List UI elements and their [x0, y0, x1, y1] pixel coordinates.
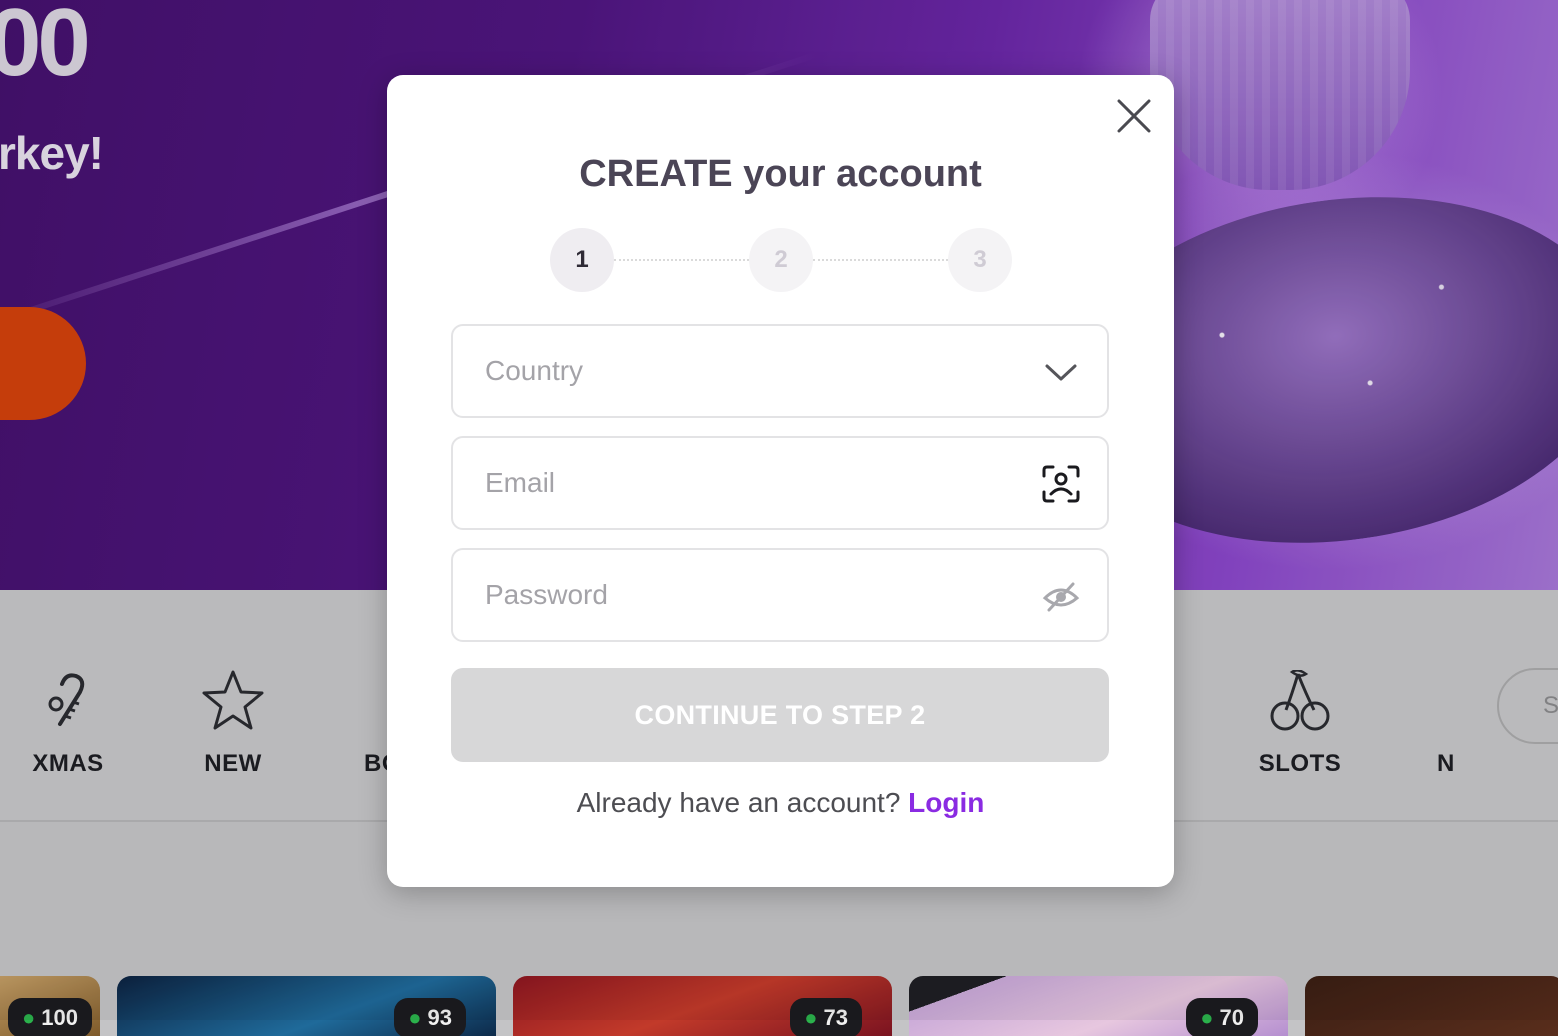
step-2: 2 [749, 228, 813, 292]
chevron-down-icon [1045, 364, 1077, 381]
country-select[interactable]: Country [451, 324, 1109, 418]
password-field[interactable] [451, 548, 1109, 642]
login-link[interactable]: Login [908, 787, 984, 818]
email-field[interactable] [451, 436, 1109, 530]
login-prompt: Already have an account? Login [387, 787, 1174, 819]
close-button[interactable] [1115, 97, 1153, 135]
step-1: 1 [550, 228, 614, 292]
email-input[interactable] [453, 438, 1107, 528]
modal-title: CREATE your account [579, 153, 982, 195]
login-prompt-text: Already have an account? [576, 787, 901, 818]
step-indicator: 1 2 3 [550, 228, 1012, 292]
face-scan-icon [1042, 465, 1080, 503]
password-input[interactable] [453, 550, 1107, 640]
signup-modal: CREATE your account 1 2 3 Country CONTIN… [387, 75, 1174, 887]
country-select-placeholder: Country [485, 355, 584, 386]
step-connector [813, 259, 948, 261]
eye-slash-icon[interactable] [1041, 576, 1081, 616]
close-icon [1117, 99, 1151, 133]
step-3: 3 [948, 228, 1012, 292]
continue-button[interactable]: CONTINUE TO STEP 2 [451, 668, 1109, 762]
step-connector [614, 259, 749, 261]
